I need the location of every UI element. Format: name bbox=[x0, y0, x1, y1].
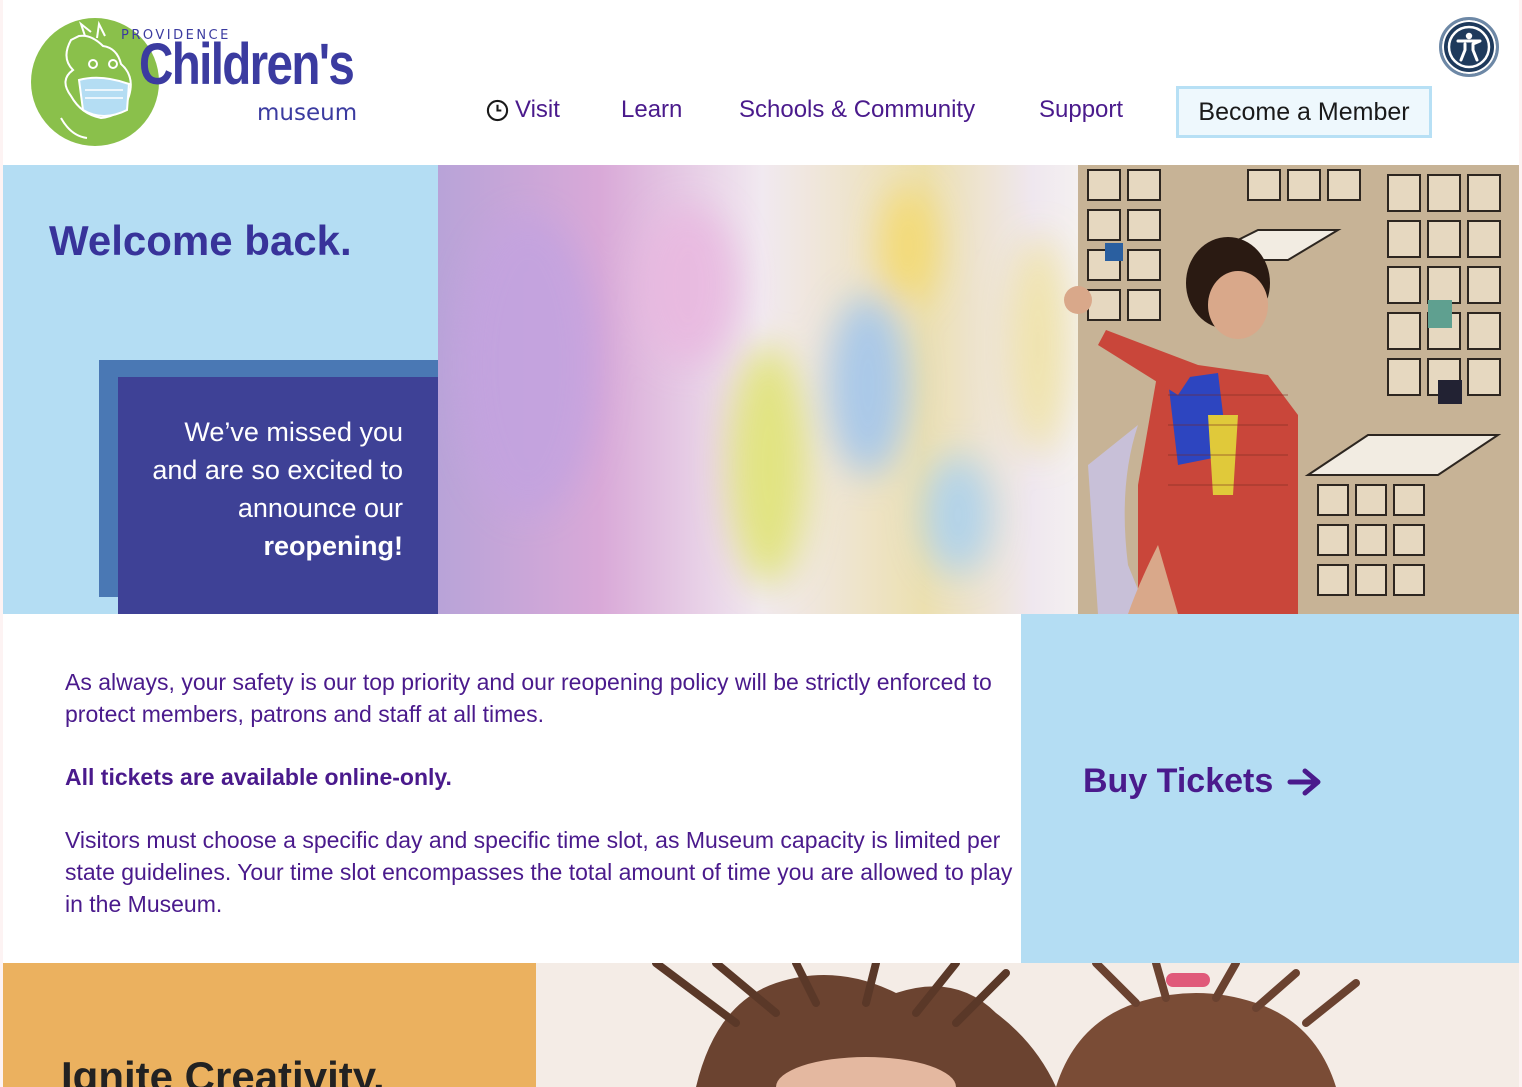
info-text: As always, your safety is our top priori… bbox=[65, 666, 1015, 951]
hero-message-text: We’ve missed you and are so excited to a… bbox=[152, 417, 403, 523]
nav-visit[interactable]: Visit bbox=[486, 96, 560, 124]
accessibility-button[interactable] bbox=[1439, 17, 1499, 77]
nav-schools-community[interactable]: Schools & Community bbox=[739, 96, 975, 124]
page: PROVIDENCE Children's museum Visit Learn… bbox=[3, 0, 1519, 1087]
buy-tickets-label: Buy Tickets bbox=[1083, 762, 1274, 800]
creativity-title: Ignite Creativity. bbox=[61, 1053, 385, 1087]
info-safety-paragraph: As always, your safety is our top priori… bbox=[65, 669, 992, 727]
info-online-only: All tickets are available online-only. bbox=[65, 764, 452, 790]
nav-learn[interactable]: Learn bbox=[621, 96, 682, 124]
become-member-button[interactable]: Become a Member bbox=[1176, 86, 1432, 138]
info-section: As always, your safety is our top priori… bbox=[3, 614, 1519, 963]
hero-title: Welcome back. bbox=[49, 217, 352, 264]
tickets-panel: Buy Tickets bbox=[1021, 614, 1519, 963]
hero-message-box: We’ve missed you and are so excited to a… bbox=[118, 377, 438, 614]
buy-tickets-link[interactable]: Buy Tickets bbox=[1083, 762, 1323, 801]
site-header: PROVIDENCE Children's museum Visit Learn… bbox=[3, 0, 1519, 165]
hero-section: Welcome back. We’ve missed you and are s… bbox=[3, 165, 1519, 614]
info-time-slot-paragraph: Visitors must choose a specific day and … bbox=[65, 827, 1013, 917]
hero-message-bold: reopening! bbox=[263, 531, 404, 561]
arrow-right-icon bbox=[1287, 768, 1321, 795]
hero-left-panel: Welcome back. We’ve missed you and are s… bbox=[3, 165, 438, 614]
nav-visit-label: Visit bbox=[515, 96, 560, 123]
clock-icon bbox=[486, 99, 509, 121]
accessibility-icon bbox=[1447, 25, 1491, 69]
hero-message: We’ve missed you and are so excited to a… bbox=[133, 413, 403, 565]
nav-support[interactable]: Support bbox=[1039, 96, 1123, 124]
creativity-photo bbox=[536, 963, 1519, 1087]
hero-photo-child-drawing bbox=[438, 165, 1519, 614]
creativity-section: Ignite Creativity. bbox=[3, 963, 1519, 1087]
creativity-panel: Ignite Creativity. bbox=[3, 963, 536, 1087]
main-nav: Visit Learn Schools & Community Support … bbox=[3, 86, 1519, 138]
